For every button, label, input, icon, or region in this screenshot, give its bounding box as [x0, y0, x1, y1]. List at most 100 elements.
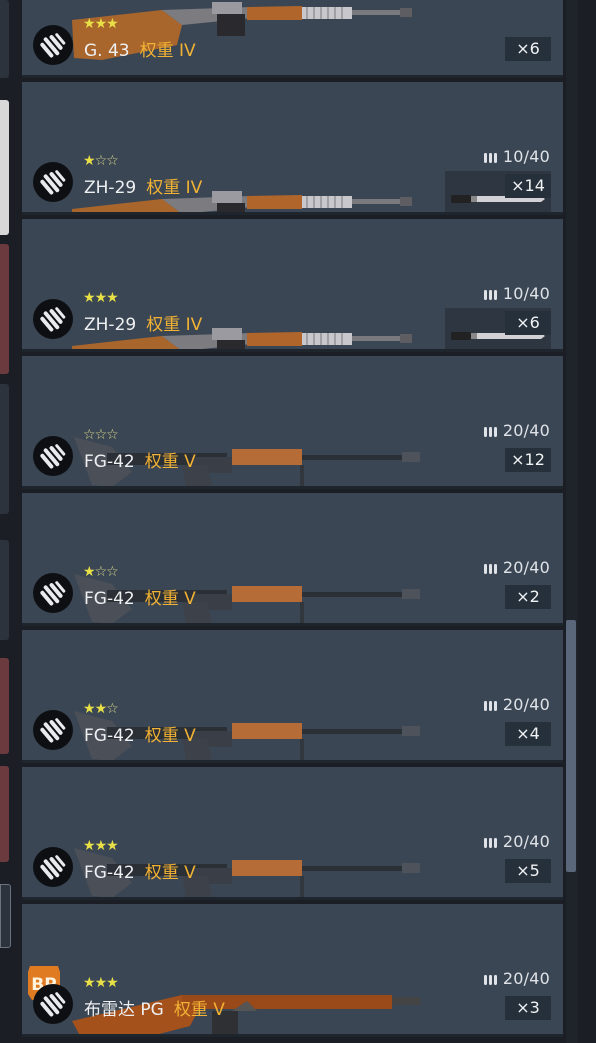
rarity-stars: ★☆☆: [83, 153, 119, 169]
star-empty-icon: ☆: [83, 427, 96, 443]
quantity-badge: ×5: [505, 859, 551, 883]
bullets-icon: [33, 573, 73, 613]
quantity-badge: ×6: [505, 311, 551, 335]
ammo-text: 10/40: [502, 284, 550, 303]
scrollbar-thumb[interactable]: [566, 620, 576, 872]
weapon-name-row: G. 43 权重 IV: [84, 36, 196, 61]
bullets-icon: [33, 984, 73, 1024]
weapon-name: FG-42: [84, 726, 135, 746]
ammo-icon: [483, 970, 498, 989]
ammo-icon: [483, 148, 498, 167]
star-filled-icon: ★: [83, 290, 96, 306]
ammo-count: 20/40: [483, 695, 550, 715]
quantity-badge: ×2: [505, 585, 551, 609]
weapon-name: ZH-29: [84, 178, 137, 198]
ammo-icon: [483, 833, 498, 852]
star-filled-icon: ★: [106, 975, 119, 991]
star-empty-icon: ☆: [106, 153, 119, 169]
quantity-badge: ×14: [505, 174, 551, 198]
star-filled-icon: ★: [94, 701, 108, 717]
weapon-card[interactable]: 20/40 ★★★ FG-42 权重 V ×5: [22, 767, 563, 900]
weapon-weight: 权重 IV: [139, 41, 196, 61]
weapon-list: ★★★ G. 43 权重 IV ×6 10/40 ★☆☆ ZH-29 权重 IV ×14 10/4…: [22, 0, 563, 1043]
bullets-icon: [33, 162, 73, 202]
rarity-stars: ★★★: [83, 838, 119, 854]
weapon-weight: 权重 V: [144, 863, 196, 883]
bullets-icon: [33, 299, 73, 339]
weapon-name-row: ZH-29 权重 IV: [84, 173, 202, 198]
weapon-name: FG-42: [84, 452, 135, 472]
ammo-text: 10/40: [502, 147, 550, 166]
star-filled-icon: ★: [106, 16, 119, 32]
ammo-icon: [483, 285, 498, 304]
star-filled-icon: ★: [106, 838, 119, 854]
quantity-badge: ×3: [505, 996, 551, 1020]
weapon-card[interactable]: 20/40 ★★☆ FG-42 权重 V ×4: [22, 630, 563, 763]
star-filled-icon: ★: [94, 975, 108, 991]
weapon-name: FG-42: [84, 863, 135, 883]
ammo-count: 20/40: [483, 969, 550, 989]
weapon-name-row: 布雷达 PG 权重 V: [84, 995, 225, 1020]
weapon-weight: 权重 V: [144, 726, 196, 746]
weapon-name: 布雷达 PG: [84, 1000, 164, 1020]
bullets-icon: [33, 436, 73, 476]
weapon-weight: 权重 IV: [146, 178, 203, 198]
star-empty-icon: ☆: [106, 427, 119, 443]
weapon-weight: 权重 V: [144, 589, 196, 609]
star-empty-icon: ☆: [94, 153, 108, 169]
star-filled-icon: ★: [94, 838, 108, 854]
star-filled-icon: ★: [83, 564, 96, 580]
ammo-count: 20/40: [483, 832, 550, 852]
weapon-name: G. 43: [84, 41, 130, 61]
weapon-name-row: FG-42 权重 V: [84, 447, 196, 472]
star-empty-icon: ☆: [106, 701, 119, 717]
ammo-text: 20/40: [502, 695, 550, 714]
weapon-weight: 权重 V: [144, 452, 196, 472]
star-empty-icon: ☆: [106, 564, 119, 580]
rarity-stars: ★★★: [83, 975, 119, 991]
bullets-icon: [33, 710, 73, 750]
star-empty-icon: ☆: [94, 427, 108, 443]
quantity-badge: ×12: [505, 448, 551, 472]
star-filled-icon: ★: [94, 16, 108, 32]
weapon-name: ZH-29: [84, 315, 137, 335]
ammo-text: 20/40: [502, 421, 550, 440]
ammo-text: 20/40: [502, 969, 550, 988]
quantity-badge: ×6: [505, 37, 551, 61]
ammo-count: 10/40: [483, 284, 550, 304]
rarity-stars: ★☆☆: [83, 564, 119, 580]
weapon-card[interactable]: 20/40 ★☆☆ FG-42 权重 V ×2: [22, 493, 563, 626]
ammo-count: 20/40: [483, 421, 550, 441]
weapon-name-row: ZH-29 权重 IV: [84, 310, 202, 335]
weapon-card[interactable]: BP20/40★★★布雷达 PG权重 V×3: [22, 904, 563, 1037]
left-panel-edge: [0, 0, 12, 1043]
ammo-text: 20/40: [502, 558, 550, 577]
star-empty-icon: ☆: [94, 564, 108, 580]
ammo-icon: [483, 696, 498, 715]
rarity-stars: ★★☆: [83, 701, 119, 717]
star-filled-icon: ★: [106, 290, 119, 306]
rarity-stars: ★★★: [83, 16, 119, 32]
rarity-stars: ☆☆☆: [83, 427, 119, 443]
quantity-badge: ×4: [505, 722, 551, 746]
star-filled-icon: ★: [83, 838, 96, 854]
weapon-card[interactable]: 10/40 ★☆☆ ZH-29 权重 IV ×14: [22, 82, 563, 215]
star-filled-icon: ★: [83, 153, 96, 169]
ammo-icon: [483, 422, 498, 441]
ammo-count: 20/40: [483, 558, 550, 578]
weapon-card[interactable]: 20/40 ☆☆☆ FG-42 权重 V ×12: [22, 356, 563, 489]
ammo-icon: [483, 559, 498, 578]
weapon-name-row: FG-42 权重 V: [84, 858, 196, 883]
ammo-text: 20/40: [502, 832, 550, 851]
weapon-name: FG-42: [84, 589, 135, 609]
weapon-weight: 权重 IV: [146, 315, 203, 335]
weapon-name-row: FG-42 权重 V: [84, 721, 196, 746]
weapon-weight: 权重 V: [173, 1000, 225, 1020]
weapon-card[interactable]: 10/40 ★★★ ZH-29 权重 IV ×6: [22, 219, 563, 352]
bullets-icon: [33, 847, 73, 887]
star-filled-icon: ★: [83, 701, 96, 717]
scrollbar-track[interactable]: [566, 0, 578, 1043]
star-filled-icon: ★: [83, 16, 96, 32]
star-filled-icon: ★: [94, 290, 108, 306]
weapon-card[interactable]: ★★★ G. 43 权重 IV ×6: [22, 0, 563, 78]
